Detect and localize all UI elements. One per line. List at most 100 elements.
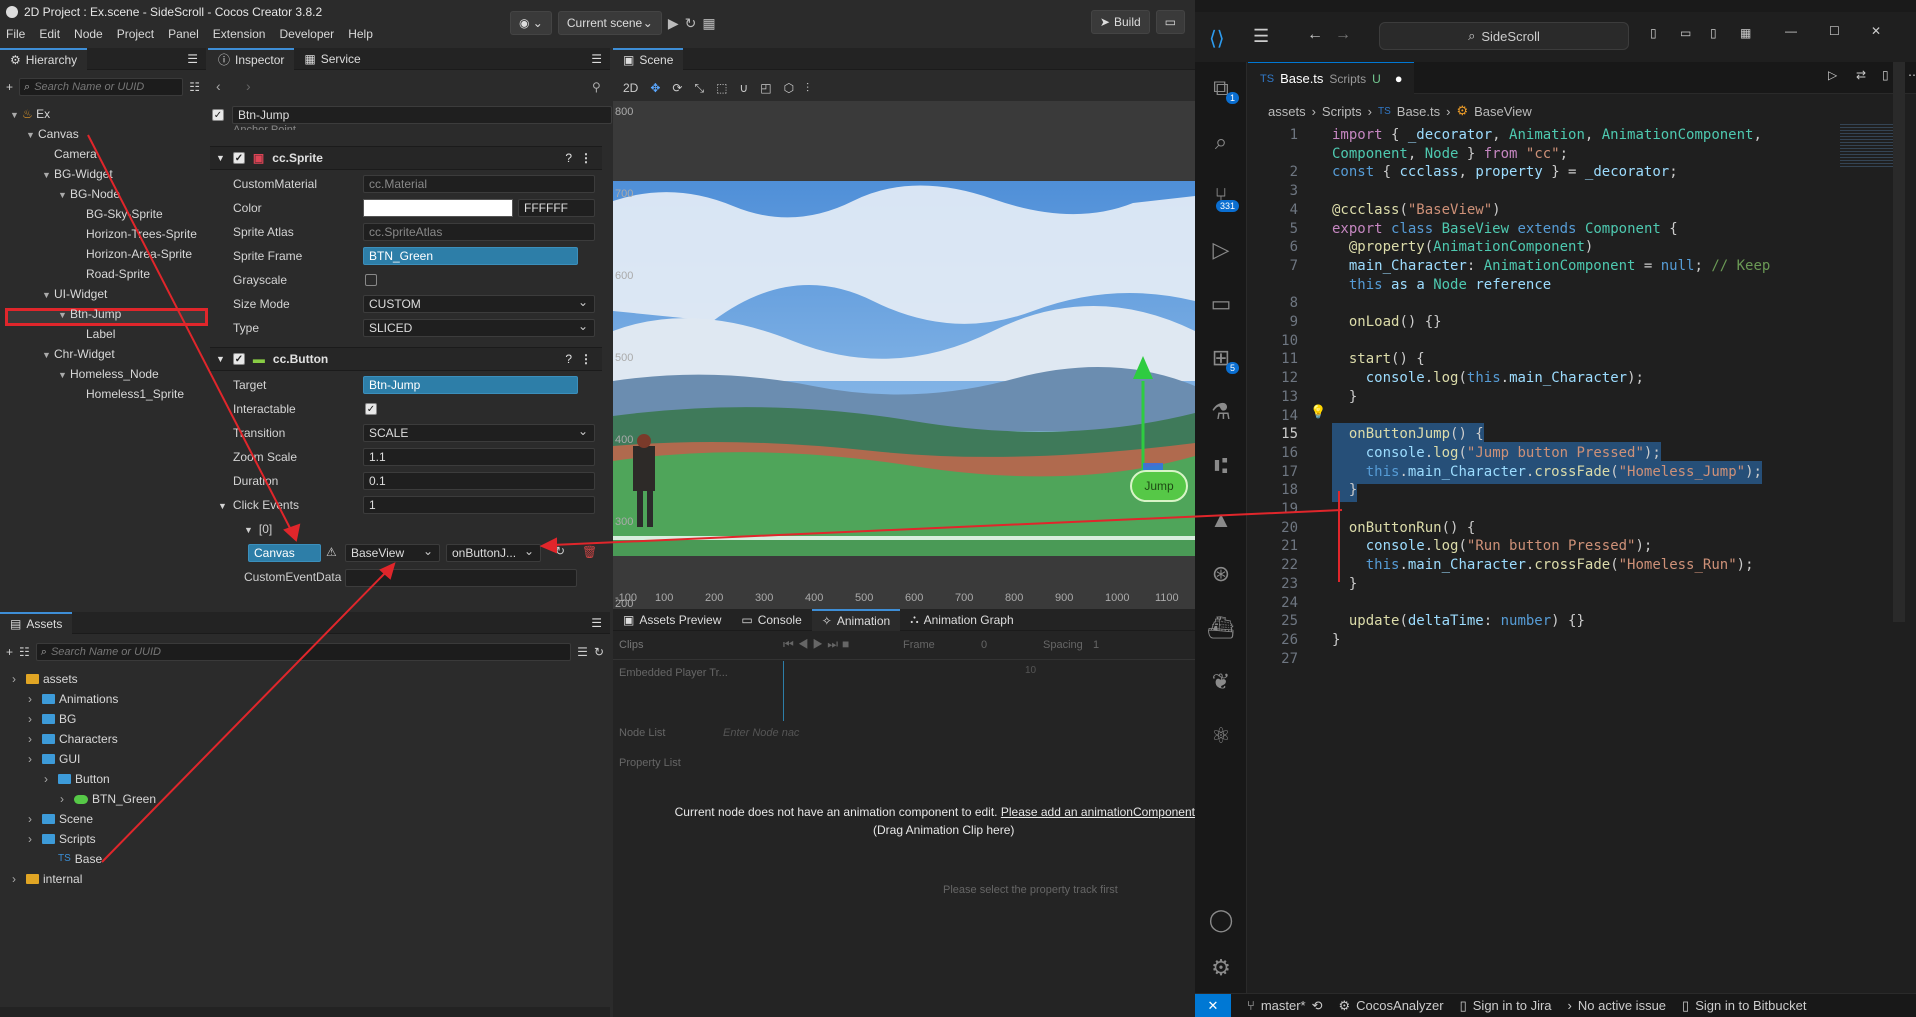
- tab-assets[interactable]: ▤ Assets: [0, 611, 73, 634]
- timeline-cursor[interactable]: [783, 661, 784, 721]
- expand-chevron-icon[interactable]: ›: [60, 790, 70, 808]
- type-select[interactable]: SLICED: [363, 318, 595, 337]
- spacing-value[interactable]: 1: [1093, 639, 1099, 651]
- remote-indicator-icon[interactable]: ✕: [1195, 993, 1231, 1017]
- local-tool-icon[interactable]: ◰: [760, 81, 771, 95]
- menu-project[interactable]: Project: [117, 27, 154, 41]
- breadcrumb-symbol[interactable]: BaseView: [1474, 104, 1532, 119]
- menu-help[interactable]: Help: [348, 27, 373, 41]
- pin-icon[interactable]: ⚲: [592, 80, 601, 94]
- node-list-search[interactable]: Enter Node nac: [723, 727, 799, 739]
- toggle-secondary-icon[interactable]: ▯: [1710, 26, 1717, 40]
- hierarchy-menu-icon[interactable]: ☰: [187, 52, 198, 66]
- more-icon[interactable]: ⋮: [580, 352, 592, 366]
- unsaved-dot-icon[interactable]: ●: [1395, 71, 1403, 86]
- assets-search-input[interactable]: ⌕ Search Name or UUID: [35, 643, 572, 661]
- git-graph-icon[interactable]: ⑆: [1195, 444, 1247, 488]
- target-field[interactable]: Btn-Jump: [363, 376, 578, 394]
- hierarchy-node[interactable]: ▼ ♨ Ex: [10, 105, 50, 123]
- rect-tool-icon[interactable]: ⬚: [716, 81, 727, 95]
- add-animation-link[interactable]: Please add an animationComponent: [1001, 805, 1195, 819]
- bitbucket-status[interactable]: ▯ Sign in to Bitbucket: [1682, 998, 1806, 1014]
- code-line[interactable]: update(deltaTime: number) {}: [1332, 610, 1585, 633]
- expand-chevron-icon[interactable]: ▼: [58, 186, 70, 204]
- duration-field[interactable]: 0.1: [363, 472, 595, 490]
- hamburger-menu-icon[interactable]: ☰: [1253, 26, 1269, 47]
- build-button[interactable]: ➤ Build: [1090, 10, 1150, 34]
- align-tool-icon[interactable]: ⫶: [806, 81, 809, 96]
- color-hex-field[interactable]: FFFFFF: [518, 199, 595, 217]
- scene-select[interactable]: Current scene ⌄: [557, 11, 662, 35]
- scale-tool-icon[interactable]: ⤡: [694, 81, 704, 96]
- color-swatch[interactable]: [363, 199, 513, 217]
- toggle-sidebar-icon[interactable]: ▯: [1650, 26, 1657, 40]
- code-line[interactable]: this.main_Character.crossFade("Homeless_…: [1332, 554, 1754, 577]
- tab-hierarchy[interactable]: ⚙ Hierarchy: [0, 47, 88, 70]
- hierarchy-node[interactable]: Road-Sprite: [74, 265, 150, 283]
- minimize-icon[interactable]: —: [1785, 24, 1797, 38]
- docker-icon[interactable]: ⛴: [1195, 606, 1247, 650]
- react-icon[interactable]: ⚛: [1195, 714, 1247, 758]
- help-icon[interactable]: ?: [565, 151, 572, 165]
- breadcrumb-assets[interactable]: assets: [1268, 104, 1306, 119]
- source-control-icon[interactable]: ⑂ 331: [1195, 174, 1247, 218]
- expand-chevron-icon[interactable]: ▼: [42, 166, 54, 184]
- search-icon[interactable]: ⌕: [1195, 120, 1247, 164]
- code-line[interactable]: console.log(this.main_Character);: [1332, 367, 1644, 390]
- collapse-chevron-icon[interactable]: ▼: [216, 354, 225, 364]
- explorer-icon[interactable]: ⧉ 1: [1195, 66, 1247, 110]
- magnet-tool-icon[interactable]: ∪: [739, 81, 748, 95]
- playback-controls[interactable]: ⏮◀▶⏭■: [783, 637, 853, 652]
- hierarchy-node[interactable]: Horizon-Area-Sprite: [74, 245, 192, 263]
- jira-status[interactable]: ▯ Sign in to Jira: [1460, 998, 1552, 1014]
- back-arrow-icon[interactable]: ←: [1307, 26, 1323, 44]
- hierarchy-node[interactable]: Camera: [42, 145, 97, 163]
- forward-arrow-icon[interactable]: →: [1335, 26, 1351, 44]
- menu-developer[interactable]: Developer: [279, 27, 334, 41]
- hierarchy-node[interactable]: ▼ UI-Widget: [42, 285, 107, 303]
- analyzer-status[interactable]: ⚙ CocosAnalyzer: [1339, 998, 1444, 1014]
- asset-item[interactable]: › Button: [44, 770, 110, 788]
- collapse-chevron-icon[interactable]: ▼: [216, 153, 225, 163]
- button-enabled-checkbox[interactable]: ✓: [232, 353, 245, 365]
- expand-chevron-icon[interactable]: ›: [28, 750, 38, 768]
- custom-material-field[interactable]: cc.Material: [363, 175, 595, 193]
- hierarchy-node[interactable]: ▼ BG-Node: [58, 185, 120, 203]
- run-debug-icon[interactable]: ▷: [1195, 228, 1247, 272]
- click-events-count-field[interactable]: 1: [363, 496, 595, 514]
- maximize-icon[interactable]: ☐: [1829, 24, 1840, 38]
- lightbulb-icon[interactable]: 💡: [1310, 405, 1326, 420]
- menu-panel[interactable]: Panel: [168, 27, 199, 41]
- extensions-icon[interactable]: ⊞ 5: [1195, 336, 1247, 380]
- forward-arrow-icon[interactable]: ›: [246, 78, 251, 94]
- breadcrumb-file[interactable]: Base.ts: [1397, 104, 1440, 119]
- expand-chevron-icon[interactable]: ▼: [42, 286, 54, 304]
- hierarchy-node[interactable]: Horizon-Trees-Sprite: [74, 225, 197, 243]
- rotate-tool-icon[interactable]: ⟳: [672, 81, 682, 95]
- tab-base-ts[interactable]: TS Base.ts Scripts U ●: [1248, 62, 1414, 94]
- sprite-frame-field[interactable]: BTN_Green: [363, 247, 578, 265]
- frame-value[interactable]: 0: [981, 639, 987, 651]
- asset-item[interactable]: › BTN_Green: [60, 790, 156, 808]
- tab-service[interactable]: ▦ Service: [294, 48, 370, 70]
- asset-item[interactable]: › GUI: [28, 750, 80, 768]
- assets-menu-icon[interactable]: ☰: [591, 616, 602, 630]
- button-component-header[interactable]: ▼ ✓ ▬ cc.Button ? ⋮: [210, 347, 602, 371]
- tab-animation[interactable]: ✧ Animation: [811, 608, 901, 631]
- asset-item[interactable]: › Animations: [28, 690, 118, 708]
- expand-chevron-icon[interactable]: ▼: [10, 106, 22, 124]
- atlassian-icon[interactable]: ▲: [1195, 498, 1247, 542]
- expand-chevron-icon[interactable]: ▼: [26, 126, 38, 144]
- menu-extension[interactable]: Extension: [213, 27, 266, 41]
- mode-2d-toggle[interactable]: 2D: [623, 81, 638, 95]
- breadcrumb-scripts[interactable]: Scripts: [1322, 104, 1362, 119]
- expand-chevron-icon[interactable]: ›: [44, 770, 54, 788]
- hierarchy-node[interactable]: Label: [74, 325, 115, 343]
- zoom-scale-field[interactable]: 1.1: [363, 448, 595, 466]
- gitlens-icon[interactable]: ⊛: [1195, 552, 1247, 596]
- asset-item[interactable]: › Scene: [28, 810, 93, 828]
- transition-select[interactable]: SCALE: [363, 423, 595, 442]
- tab-assets-preview[interactable]: ▣ Assets Preview: [613, 609, 731, 631]
- platform-select[interactable]: ◉ ⌄: [510, 11, 552, 35]
- run-icon[interactable]: ▷: [1828, 68, 1837, 82]
